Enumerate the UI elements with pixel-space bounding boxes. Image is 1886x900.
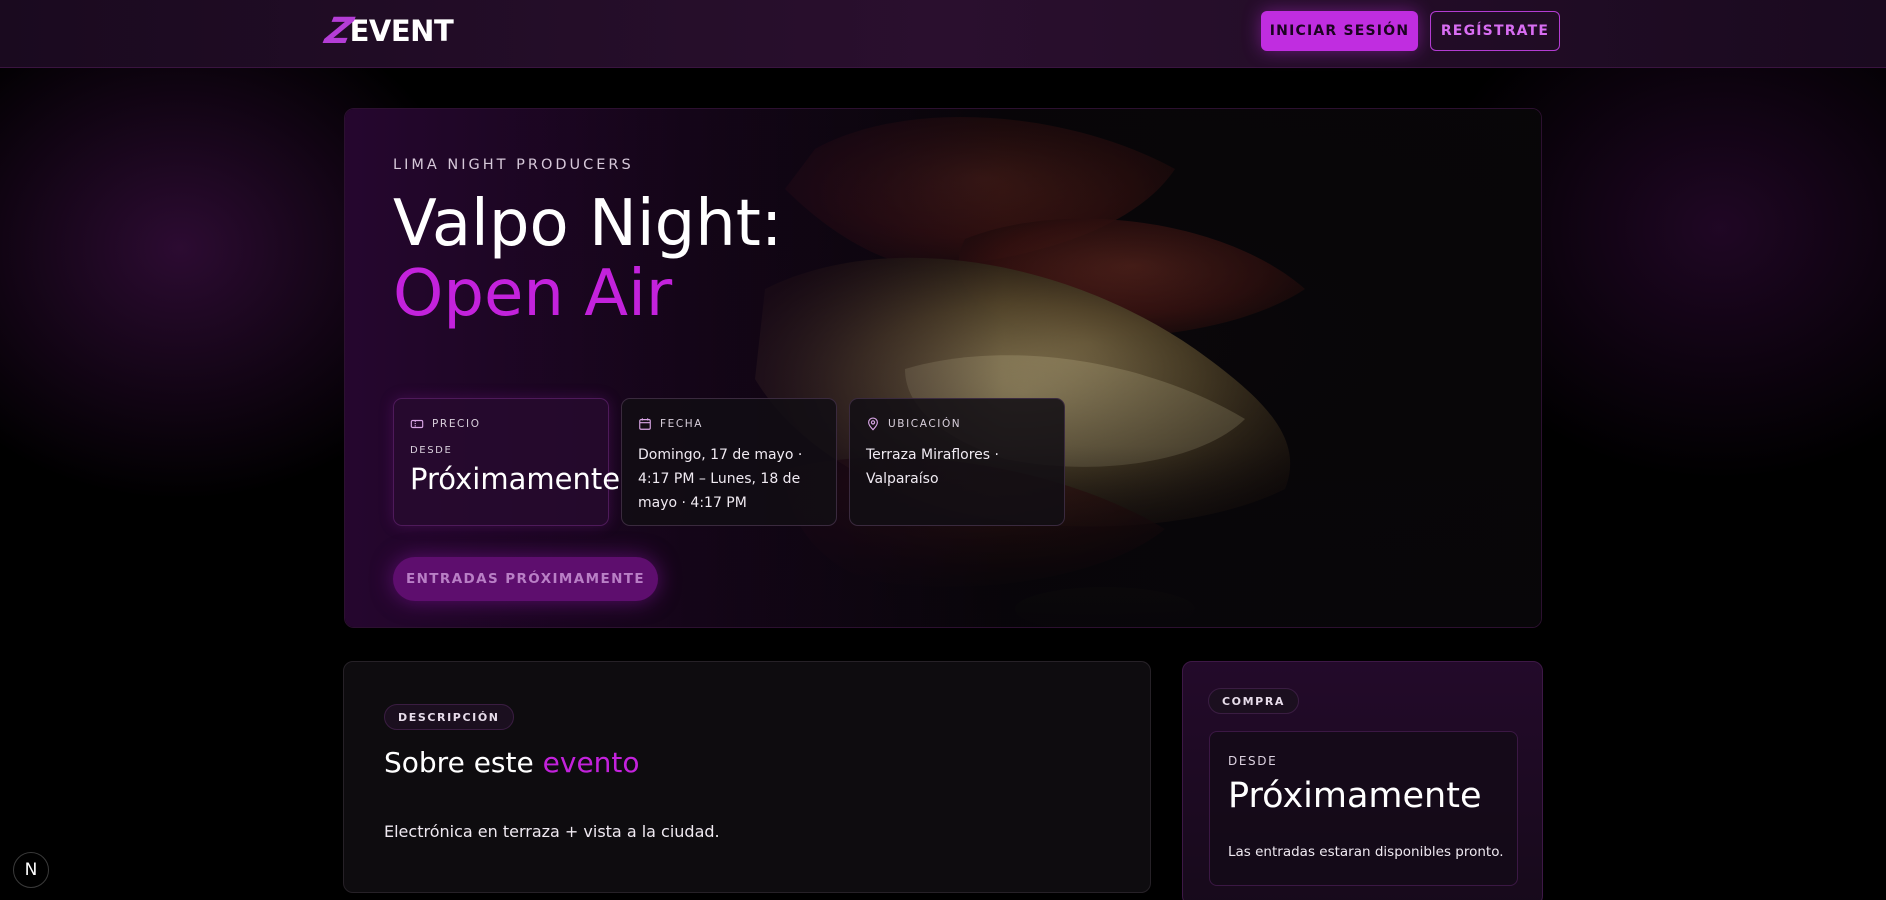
price-label: PRECIO [432, 418, 481, 430]
date-value: Domingo, 17 de mayo · 4:17 PM – Lunes, 1… [638, 447, 803, 511]
login-button[interactable]: INICIAR SESIÓN [1261, 11, 1418, 51]
hero-content: LIMA NIGHT PRODUCERS Valpo Night: Open A… [393, 157, 1493, 627]
purchase-pill: COMPRA [1208, 688, 1300, 714]
description-pill: DESCRIPCIÓN [384, 704, 514, 730]
purchase-note: Las entradas estaran disponibles pronto. [1228, 844, 1504, 860]
description-title: Sobre este evento [384, 746, 640, 779]
organizer-name: LIMA NIGHT PRODUCERS [393, 157, 634, 173]
top-nav: Z EVENT INICIAR SESIÓN REGÍSTRATE [0, 0, 1886, 68]
date-label: FECHA [660, 418, 704, 430]
event-title-line2: Open Air [393, 257, 673, 331]
calendar-icon [639, 418, 651, 430]
logo-text: EVENT [349, 14, 454, 48]
event-title-line1: Valpo Night: [393, 187, 783, 261]
description-body: Electrónica en terraza + vista a la ciud… [384, 822, 720, 841]
purchase-panel: COMPRA DESDE Próximamente Las entradas e… [1182, 661, 1543, 900]
price-from-label: DESDE [410, 445, 453, 456]
description-panel: DESCRIPCIÓN Sobre este evento Electrónic… [343, 661, 1151, 893]
location-card: UBICACIÓN Terraza Miraflores · Valparaís… [849, 398, 1065, 526]
price-value: Próximamente [410, 462, 621, 496]
ticket-icon [410, 419, 424, 429]
map-pin-icon [868, 417, 878, 431]
price-card-header: PRECIO [410, 417, 592, 431]
register-button[interactable]: REGÍSTRATE [1430, 11, 1560, 51]
logo[interactable]: Z EVENT [322, 11, 454, 52]
location-label: UBICACIÓN [888, 418, 962, 430]
nextjs-dev-badge[interactable]: N [13, 852, 49, 888]
description-title-highlight: evento [542, 746, 640, 779]
purchase-from-label: DESDE [1228, 754, 1278, 768]
purchase-price-card: DESDE Próximamente Las entradas estaran … [1209, 731, 1518, 886]
purchase-price-value: Próximamente [1228, 776, 1482, 816]
location-value: Terraza Miraflores · Valparaíso [866, 447, 999, 487]
event-info-cards: PRECIO DESDE Próximamente FECHA Domingo,… [393, 398, 1065, 526]
event-hero: LIMA NIGHT PRODUCERS Valpo Night: Open A… [344, 108, 1542, 628]
date-card-header: FECHA [638, 417, 820, 431]
description-title-prefix: Sobre este [384, 746, 534, 779]
tickets-coming-soon-button[interactable]: ENTRADAS PRÓXIMAMENTE [393, 557, 658, 601]
price-card: PRECIO DESDE Próximamente [393, 398, 621, 526]
date-card: FECHA Domingo, 17 de mayo · 4:17 PM – Lu… [621, 398, 837, 526]
location-card-header: UBICACIÓN [866, 417, 1048, 431]
